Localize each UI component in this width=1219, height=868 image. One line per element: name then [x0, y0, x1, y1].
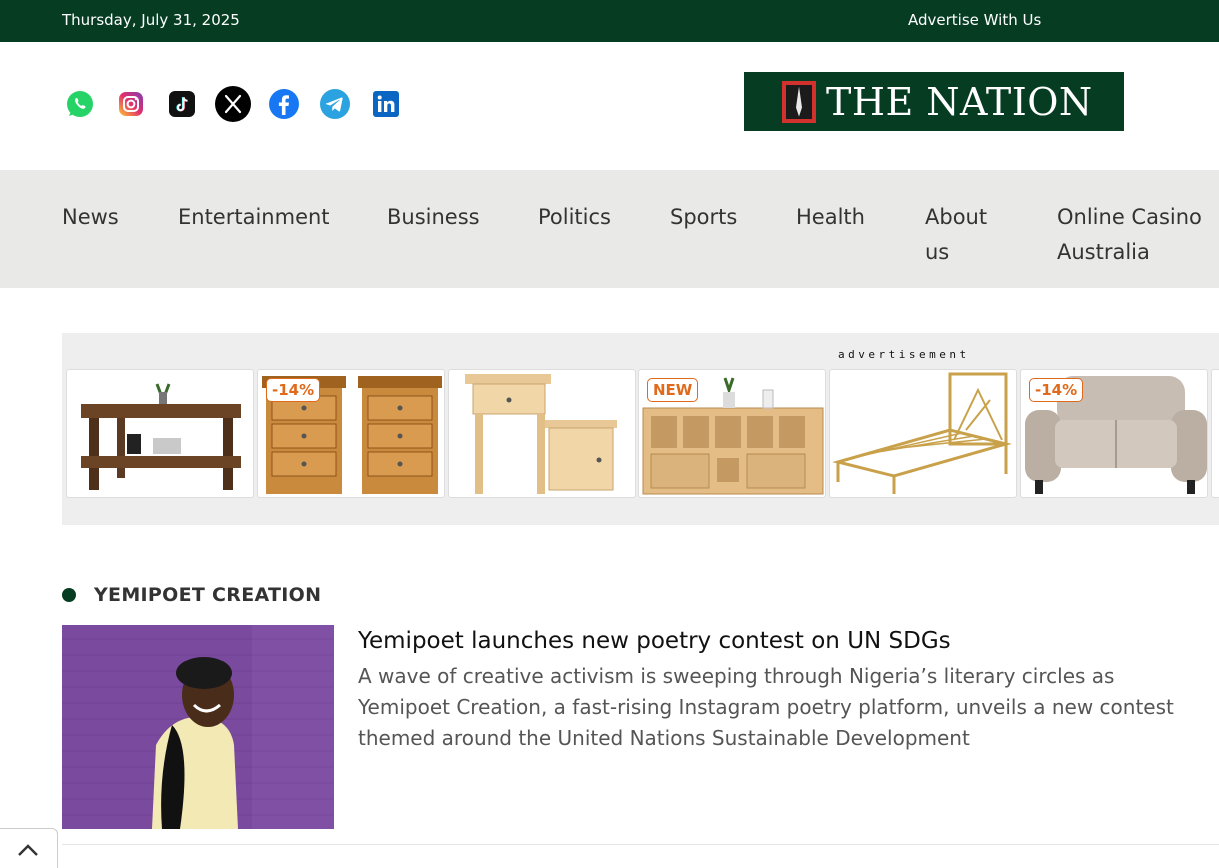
advertisement-banner: advertisement -14% NEW -14%	[62, 333, 1219, 525]
social-links	[62, 86, 419, 122]
ad-product-metal-bed-frame[interactable]	[829, 369, 1017, 498]
article-excerpt: A wave of creative activism is sweeping …	[358, 661, 1219, 754]
advertise-link[interactable]: Advertise With Us	[908, 11, 1041, 29]
section-header: YEMIPOET CREATION	[62, 584, 321, 606]
chevron-up-icon	[18, 844, 38, 856]
tiktok-icon[interactable]	[164, 86, 200, 122]
ad-product-coffee-table[interactable]	[66, 369, 254, 498]
discount-badge: -14%	[266, 378, 321, 402]
excerpt-line: themed around the United Nations Sustain…	[358, 726, 970, 750]
current-date: Thursday, July 31, 2025	[62, 11, 240, 29]
section-bullet-icon	[62, 588, 76, 602]
facebook-icon[interactable]	[266, 86, 302, 122]
site-header: THE NATION	[0, 42, 1219, 170]
ad-product-side-table[interactable]	[448, 369, 636, 498]
main-nav: News Entertainment Business Politics Spo…	[0, 170, 1219, 288]
nav-item-news[interactable]: News	[62, 200, 119, 235]
ad-product-storage-cabinet[interactable]: NEW	[638, 369, 826, 498]
telegram-icon[interactable]	[317, 86, 353, 122]
nav-item-sports[interactable]: Sports	[670, 200, 737, 235]
excerpt-line: A wave of creative activism is sweeping …	[358, 664, 1115, 688]
excerpt-line: Yemipoet Creation, a fast-rising Instagr…	[358, 695, 1174, 719]
nav-item-health[interactable]: Health	[796, 200, 865, 235]
top-bar: Thursday, July 31, 2025 Advertise With U…	[0, 0, 1219, 42]
advertisement-label: advertisement	[838, 348, 970, 361]
scroll-to-top-button[interactable]	[0, 828, 58, 868]
ad-product-nightstand-pair[interactable]: -14%	[257, 369, 445, 498]
section-title[interactable]: YEMIPOET CREATION	[94, 584, 321, 606]
whatsapp-icon[interactable]	[62, 86, 98, 122]
nav-item-business[interactable]: Business	[387, 200, 480, 235]
site-logo[interactable]: THE NATION	[744, 72, 1124, 131]
discount-badge: -14%	[1029, 378, 1084, 402]
new-badge: NEW	[647, 378, 699, 402]
divider	[62, 844, 1219, 845]
article-thumbnail[interactable]	[62, 625, 334, 829]
x-icon[interactable]	[215, 86, 251, 122]
nav-item-entertainment[interactable]: Entertainment	[178, 200, 330, 235]
article-headline[interactable]: Yemipoet launches new poetry contest on …	[358, 628, 951, 654]
ad-product-partial[interactable]	[1211, 369, 1219, 498]
nav-item-politics[interactable]: Politics	[538, 200, 611, 235]
nation-emblem-icon	[782, 80, 816, 123]
nav-item-online-casino-australia[interactable]: Online Casino Australia	[1057, 200, 1202, 270]
ad-product-loveseat-sofa[interactable]: -14%	[1020, 369, 1208, 498]
nav-item-about-us[interactable]: About us	[925, 200, 987, 270]
linkedin-icon[interactable]	[368, 86, 404, 122]
instagram-icon[interactable]	[113, 86, 149, 122]
logo-text: THE NATION	[826, 79, 1093, 124]
